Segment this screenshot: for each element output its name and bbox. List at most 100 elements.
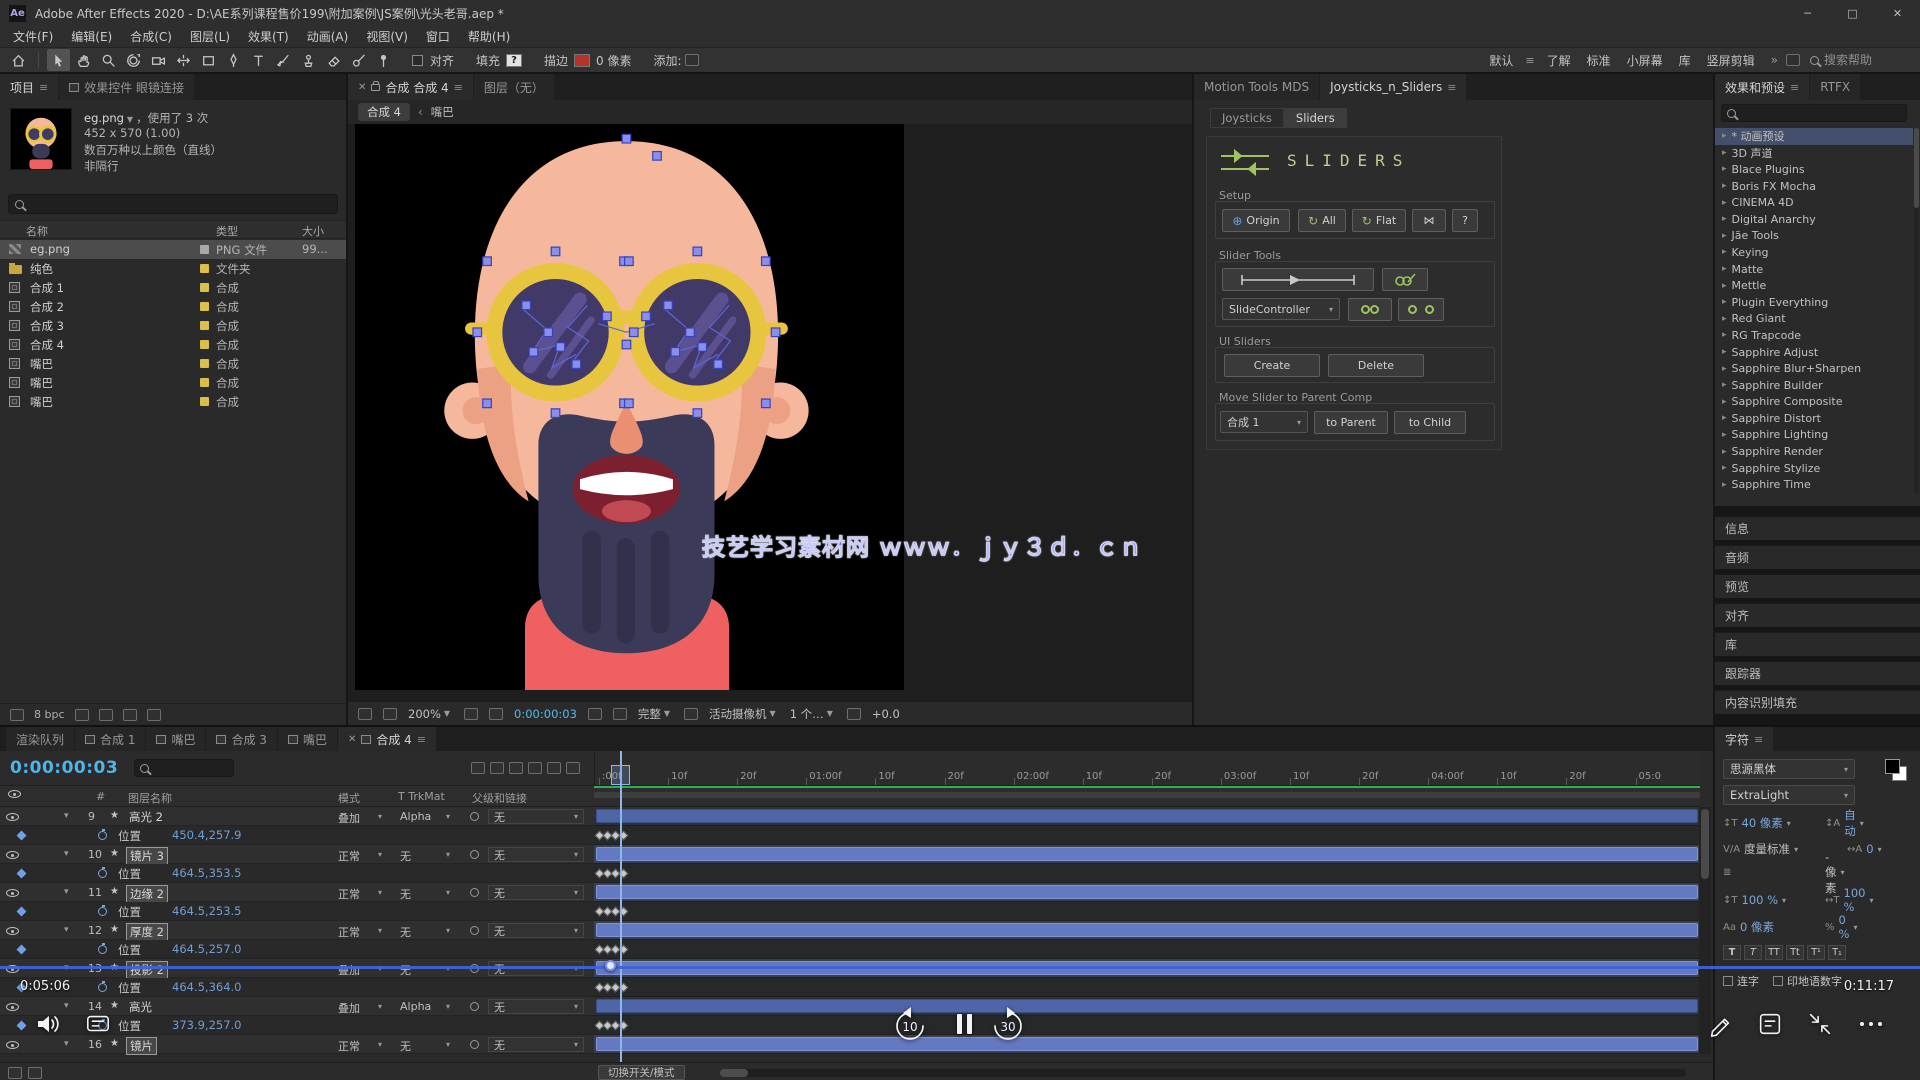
timeline-horizontal-scrollbar[interactable] [720,1069,1686,1077]
unlink-button[interactable] [1398,298,1444,321]
tab-project[interactable]: 项目≡ [0,74,58,100]
mask-visibility-icon[interactable] [489,708,503,720]
layer-name[interactable]: 镜片 3 [126,847,168,865]
effects-category-row[interactable]: ▸Sapphire Builder [1715,377,1913,394]
collapsed-panel[interactable]: 跟踪器 [1715,661,1920,685]
pickwhip-icon[interactable] [470,964,479,973]
workspace-4[interactable]: 小屏幕 [1619,52,1671,69]
trkmat-dropdown[interactable]: 无 [400,848,411,864]
refresh-flat-button[interactable]: ↻Flat [1352,209,1406,232]
stroke-width-value[interactable]: 0 像素 [596,52,631,69]
new-composition-icon[interactable] [123,709,137,721]
selection-handle[interactable] [762,399,771,408]
lock-icon[interactable] [371,84,380,91]
property-name[interactable]: 位置 [118,828,141,844]
horizontal-scale-control[interactable]: ↔T100 %▾ [1825,886,1873,914]
parent-dropdown[interactable]: 无▾ [488,923,584,938]
trkmat-dropdown[interactable]: 无 [400,886,411,902]
effects-category-row[interactable]: ▸Sapphire Distort [1715,410,1913,427]
label-color-swatch[interactable] [200,245,209,254]
keyframe-navigator-icon[interactable] [17,831,27,841]
twirl-right-icon[interactable]: ▸ [1722,281,1727,291]
visibility-eye-icon[interactable] [6,851,19,859]
tab-character[interactable]: 字符≡ [1715,727,1773,751]
selection-handle[interactable] [544,328,553,337]
selection-handle[interactable] [483,257,492,266]
collapsed-panel[interactable]: 库 [1715,632,1920,656]
effects-category-row[interactable]: ▸Jãe Tools [1715,228,1913,245]
add-icon[interactable] [685,54,699,66]
twirl-right-icon[interactable]: ▸ [1722,198,1727,208]
timeline-tab[interactable]: 合成 3 [206,727,276,751]
track-area[interactable] [594,807,1700,1054]
layer-track[interactable] [594,845,1700,864]
blend-mode-dropdown[interactable]: 叠加 [338,1000,360,1016]
property-name[interactable]: 位置 [118,866,141,882]
label-color-swatch[interactable] [200,283,209,292]
project-item-row[interactable]: 合成 1合成 [0,278,346,297]
layer-row[interactable]: ▾13★投影 2叠加▾无▾无▾ [0,959,594,978]
panel-menu-icon[interactable]: ≡ [39,81,48,94]
twirl-right-icon[interactable]: ▸ [1722,264,1727,274]
twirl-down-icon[interactable]: ▾ [64,1039,69,1049]
panel-menu-icon[interactable]: ≡ [1790,81,1799,94]
timeline-search[interactable] [134,759,234,777]
visibility-eye-icon[interactable] [6,813,19,821]
effects-scrollbar[interactable] [1914,128,1919,494]
twirl-down-icon[interactable]: ▾ [64,1001,69,1011]
roi-icon[interactable] [684,708,698,720]
visibility-eye-icon[interactable] [6,889,19,897]
property-row[interactable]: 位置464.5,353.5 [0,864,594,883]
selection-handle[interactable] [653,152,662,161]
layer-duration-bar[interactable] [596,999,1698,1013]
selection-handle[interactable] [556,343,565,352]
label-color-swatch[interactable] [200,397,209,406]
origin-button[interactable]: ⊕Origin [1222,209,1290,232]
stroke-options-icon[interactable]: ≣ [1723,867,1731,878]
add-control[interactable]: 添加: [651,52,699,69]
property-name[interactable]: 位置 [118,980,141,996]
layer-duration-bar[interactable] [596,885,1698,899]
pickwhip-icon[interactable] [470,812,479,821]
slider-tool-button[interactable] [1222,268,1374,291]
menu-item[interactable]: 编辑(E) [62,28,121,45]
project-item-row[interactable]: 嘴巴合成 [0,373,346,392]
selection-handle[interactable] [473,328,482,337]
workspace-menu-icon[interactable]: ≡ [1525,54,1534,67]
zoom-tool-icon[interactable] [97,49,120,71]
tab-effects-presets[interactable]: 效果和预设≡ [1715,74,1809,100]
label-color-swatch[interactable] [200,264,209,273]
selection-handle[interactable] [630,328,639,337]
work-area-band[interactable] [594,785,1700,807]
faux-style-toggle[interactable]: T [1744,945,1762,960]
trkmat-dropdown[interactable]: 无 [400,924,411,940]
keyframe-navigator-icon[interactable] [17,945,27,955]
visibility-eye-icon[interactable] [6,927,19,935]
effects-category-row[interactable]: ▸Sapphire Lighting [1715,427,1913,444]
toggle-switches-modes-button[interactable]: 切换开关/模式 [598,1065,685,1080]
breadcrumb-current-comp[interactable]: 合成 4 [358,103,410,121]
tab-effect-controls[interactable]: 效果控件 眼镜连接 [59,74,194,100]
effects-category-row[interactable]: ▸RG Trapcode [1715,327,1913,344]
selection-handle[interactable] [572,360,581,369]
keyframe-navigator-icon[interactable] [17,907,27,917]
effects-search-input[interactable] [1741,106,1891,120]
trkmat-dropdown[interactable]: Alpha [400,1000,431,1013]
label-color-swatch[interactable] [200,321,209,330]
pickwhip-icon[interactable] [470,1002,479,1011]
current-time-indicator[interactable] [620,751,622,1062]
bowtie-button[interactable]: ⋈ [1412,209,1446,232]
twirl-right-icon[interactable]: ▸ [1722,231,1727,241]
twirl-right-icon[interactable]: ▸ [1722,164,1727,174]
layer-track[interactable] [594,1035,1700,1054]
layer-row[interactable]: ▾16★镜片正常▾无▾无▾ [0,1035,594,1054]
keyframe-navigator-icon[interactable] [17,983,27,993]
tab-motion-tools[interactable]: Motion Tools MDS [1194,74,1319,100]
faux-style-toggle[interactable]: T¹ [1807,945,1825,960]
timeline-tab[interactable]: 合成 1 [75,727,145,751]
close-icon[interactable]: ✕ [348,734,356,745]
color-depth-label[interactable]: 8 bpc [34,708,65,721]
layer-row[interactable]: ▾11★边缘 2正常▾无▾无▾ [0,883,594,902]
trkmat-dropdown[interactable]: 无 [400,962,411,978]
timeline-vertical-scrollbar[interactable] [1699,807,1711,1054]
